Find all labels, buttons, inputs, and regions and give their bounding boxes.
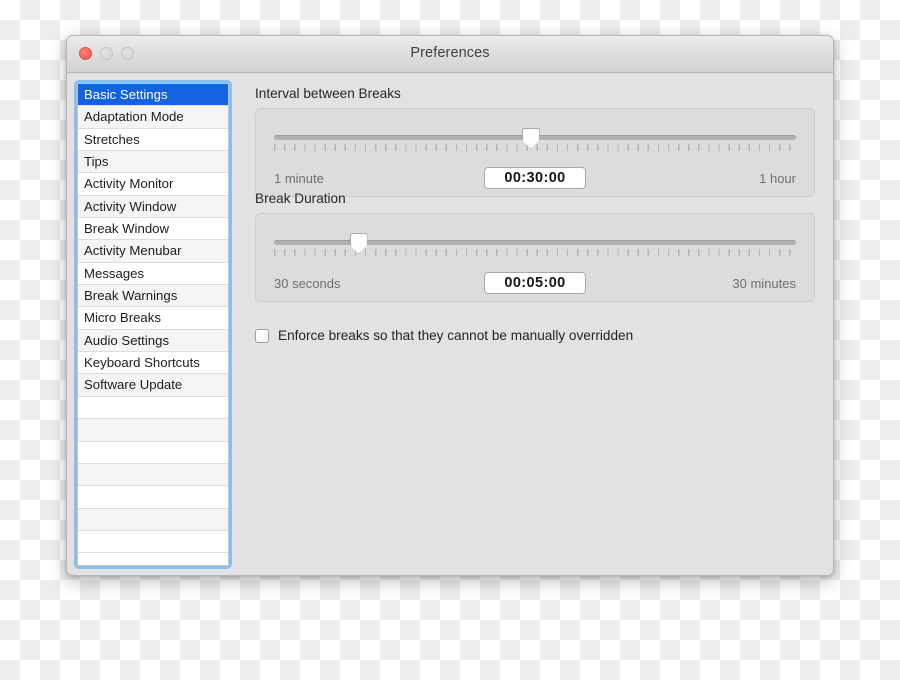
sidebar-empty-row [78, 441, 228, 464]
interval-slider-footer: 1 minute 00:30:00 1 hour [274, 167, 796, 191]
preferences-window: Preferences Basic Settings Adaptation Mod… [66, 35, 834, 576]
duration-slider-footer: 30 seconds 00:05:00 30 minutes [274, 272, 796, 296]
interval-slider-ticks [274, 144, 796, 151]
window-title: Preferences [410, 45, 490, 61]
duration-value-field[interactable]: 00:05:00 [484, 272, 586, 294]
preferences-category-list[interactable]: Basic Settings Adaptation Mode Stretches Ti… [74, 80, 232, 569]
sidebar-empty-row [78, 463, 228, 487]
sidebar-item[interactable]: Keyboard Shortcuts [78, 352, 228, 375]
sidebar-item[interactable]: Messages [78, 262, 228, 286]
enforce-breaks-label: Enforce breaks so that they cannot be ma… [278, 328, 634, 343]
sidebar-item[interactable]: Stretches [78, 128, 228, 152]
sidebar-item[interactable]: Activity Menubar [78, 240, 228, 263]
sidebar-item[interactable]: Activity Monitor [78, 173, 228, 196]
interval-slider[interactable] [274, 127, 796, 161]
window-titlebar[interactable]: Preferences [67, 36, 833, 73]
settings-content-pane: Interval between Breaks 1 minute 00:30:0… [240, 73, 833, 575]
duration-min-label: 30 seconds [274, 276, 341, 291]
duration-section: Break Duration 30 seconds 00:05:00 30 mi… [255, 191, 815, 302]
interval-groupbox: 1 minute 00:30:00 1 hour [255, 108, 815, 197]
sidebar-empty-row [78, 486, 228, 509]
duration-slider-ticks [274, 249, 796, 256]
sidebar-item[interactable]: Adaptation Mode [78, 106, 228, 129]
sidebar-item[interactable]: Activity Window [78, 195, 228, 219]
sidebar-empty-row [78, 396, 228, 420]
enforce-breaks-checkbox[interactable] [255, 328, 269, 343]
enforce-breaks-row[interactable]: Enforce breaks so that they cannot be ma… [255, 328, 633, 343]
sidebar-item[interactable]: Basic Settings [78, 84, 228, 107]
sidebar-empty-row [78, 508, 228, 531]
duration-section-label: Break Duration [255, 191, 346, 206]
sidebar-item[interactable]: Break Warnings [78, 285, 228, 308]
interval-section-label: Interval between Breaks [255, 86, 401, 101]
preferences-category-list-inner: Basic Settings Adaptation Mode Stretches Ti… [77, 83, 229, 566]
sidebar-empty-row [78, 419, 228, 442]
sidebar-empty-row [78, 530, 228, 554]
interval-section: Interval between Breaks 1 minute 00:30:0… [255, 86, 815, 197]
duration-slider[interactable] [274, 232, 796, 266]
interval-value-field[interactable]: 00:30:00 [484, 167, 586, 189]
window-body: Basic Settings Adaptation Mode Stretches Ti… [67, 73, 833, 575]
sidebar-item[interactable]: Software Update [78, 374, 228, 397]
duration-groupbox: 30 seconds 00:05:00 30 minutes [255, 213, 815, 302]
interval-max-label: 1 hour [759, 171, 796, 186]
sidebar-item[interactable]: Audio Settings [78, 329, 228, 353]
sidebar-item[interactable]: Micro Breaks [78, 307, 228, 330]
sidebar-item[interactable]: Break Window [78, 218, 228, 241]
duration-max-label: 30 minutes [732, 276, 796, 291]
sidebar-item[interactable]: Tips [78, 151, 228, 174]
interval-min-label: 1 minute [274, 171, 324, 186]
